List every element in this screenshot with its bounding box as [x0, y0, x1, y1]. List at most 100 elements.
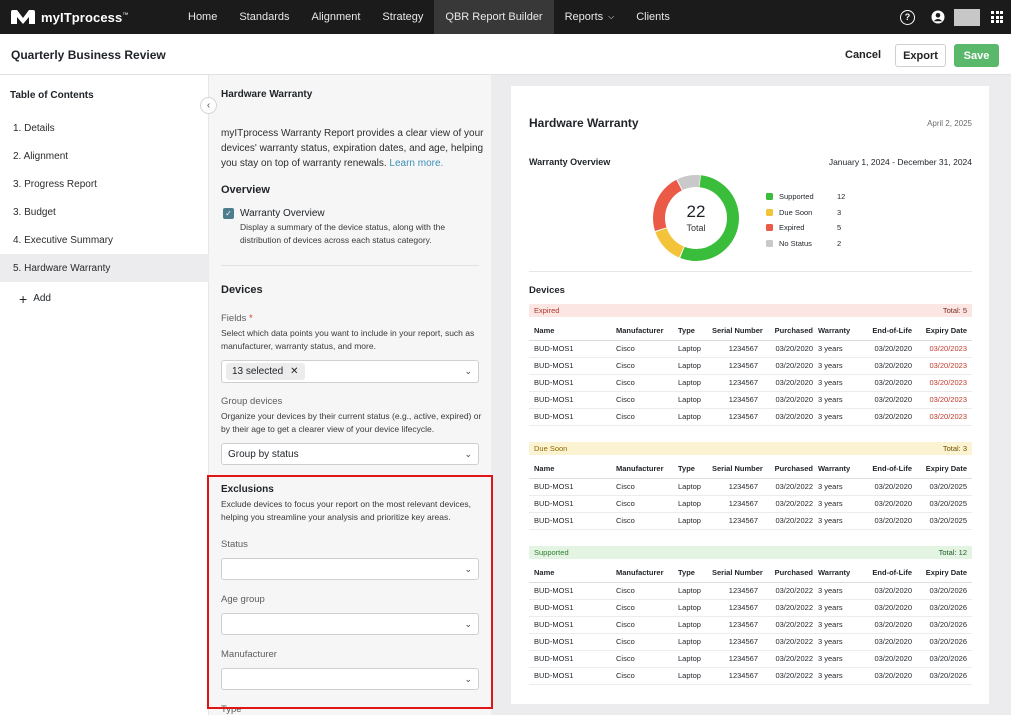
toc-item-hardware-warranty[interactable]: 5. Hardware Warranty	[0, 254, 209, 282]
table-cell: 1234567	[712, 478, 763, 496]
table-cell: 1234567	[712, 582, 763, 600]
cancel-button[interactable]: Cancel	[836, 44, 890, 66]
table-cell: Laptop	[678, 633, 712, 651]
page-header: Quarterly Business Review Cancel Export …	[0, 34, 1011, 75]
table-row: BUD-MOS1 Cisco Laptop 1234567 03/20/2022 3 ye…	[529, 633, 972, 651]
table-cell: 03/20/2020	[763, 408, 818, 426]
donut-total-value: 22	[686, 202, 706, 221]
table-cell: 1234567	[712, 616, 763, 634]
table-cell: BUD-MOS1	[529, 340, 616, 358]
table-cell: 3 years	[818, 340, 862, 358]
toc-item-executive-summary[interactable]: 4. Executive Summary	[0, 226, 209, 254]
toc-item-budget[interactable]: 3. Budget	[0, 198, 209, 226]
learn-more-link[interactable]: Learn more.	[389, 158, 443, 169]
table-cell: 3 years	[818, 495, 862, 513]
toc-item-details[interactable]: 1. Details	[0, 114, 209, 142]
group-name: Expired	[534, 306, 560, 315]
toc-item-alignment[interactable]: 2. Alignment	[0, 142, 209, 170]
nav-reports[interactable]: Reports ⌵	[554, 0, 626, 34]
settings-heading: Hardware Warranty	[221, 89, 313, 100]
column-header: Warranty	[818, 460, 862, 479]
table-cell: Cisco	[616, 633, 678, 651]
table-cell: 3 years	[818, 478, 862, 496]
collapse-toc-button[interactable]: ‹	[200, 97, 217, 114]
table-cell: BUD-MOS1	[529, 616, 616, 634]
toc-title: Table of Contents	[10, 90, 94, 101]
chevron-down-icon: ⌵	[608, 12, 615, 21]
close-icon[interactable]: ✕	[290, 366, 298, 377]
table-cell: 3 years	[818, 616, 862, 634]
nav-qbr-report-builder[interactable]: QBR Report Builder	[434, 0, 554, 34]
warranty-overview-checkbox[interactable]: ✓	[223, 208, 234, 219]
legend-item: Expired 5	[766, 220, 845, 236]
warranty-overview-label: Warranty Overview	[240, 208, 325, 219]
table-cell: 03/20/2022	[763, 633, 818, 651]
toc-item-progress-report[interactable]: 3. Progress Report	[0, 170, 209, 198]
table-row: BUD-MOS1 Cisco Laptop 1234567 03/20/2022 3 ye…	[529, 495, 972, 513]
page-title: Quarterly Business Review	[11, 48, 166, 62]
table-row: BUD-MOS1 Cisco Laptop 1234567 03/20/2020 3 ye…	[529, 408, 972, 426]
chevron-down-icon: ⌄	[464, 448, 472, 459]
status-select[interactable]: ⌄	[221, 558, 479, 580]
age-group-select[interactable]: ⌄	[221, 613, 479, 635]
column-header: Purchased	[763, 322, 818, 341]
column-header: End-of-Life	[862, 460, 917, 479]
table-cell: 1234567	[712, 650, 763, 668]
export-button[interactable]: Export	[895, 44, 946, 67]
legend-item: No Status 2	[766, 236, 845, 252]
nav-alignment[interactable]: Alignment	[301, 0, 372, 34]
nav-standards[interactable]: Standards	[228, 0, 300, 34]
column-header: Type	[678, 564, 712, 583]
fields-select[interactable]: 13 selected ✕ ⌄	[221, 360, 479, 383]
table-cell: 03/20/2026	[917, 667, 972, 685]
table-cell: Laptop	[678, 599, 712, 617]
donut-total-label: Total	[686, 223, 706, 233]
add-section-button[interactable]: + Add	[19, 292, 51, 306]
column-header: Expiry Date	[917, 322, 972, 341]
devices-table: Name Manufacturer Type Serial Number Purchas…	[529, 564, 972, 685]
table-cell: 3 years	[818, 599, 862, 617]
chevron-down-icon: ⌄	[464, 618, 472, 629]
save-button[interactable]: Save	[954, 44, 999, 67]
manufacturer-select[interactable]: ⌄	[221, 668, 479, 690]
column-header: Manufacturer	[616, 564, 678, 583]
table-cell: Laptop	[678, 357, 712, 375]
column-header: Serial Number	[712, 322, 763, 341]
table-cell: 03/20/2020	[763, 357, 818, 375]
table-cell: Cisco	[616, 391, 678, 409]
chevron-left-icon: ‹	[206, 100, 211, 111]
table-cell: 3 years	[818, 582, 862, 600]
devices-table: Name Manufacturer Type Serial Number Purchas…	[529, 322, 972, 426]
date-range: January 1, 2024 - December 31, 2024	[828, 157, 972, 167]
help-icon[interactable]: ?	[900, 9, 915, 25]
table-cell: 03/20/2020	[862, 374, 917, 392]
table-cell: Laptop	[678, 408, 712, 426]
table-cell: Laptop	[678, 512, 712, 530]
brand-logo[interactable]: myITprocess™	[10, 9, 160, 25]
table-cell: 03/20/2022	[763, 616, 818, 634]
column-header: Serial Number	[712, 564, 763, 583]
table-cell: Cisco	[616, 599, 678, 617]
group-devices-select[interactable]: Group by status ⌄	[221, 443, 479, 465]
table-cell: Cisco	[616, 478, 678, 496]
table-cell: 1234567	[712, 599, 763, 617]
fields-chip: 13 selected ✕	[226, 363, 305, 380]
devices-title: Devices	[529, 285, 565, 296]
group-devices-label: Group devices	[221, 396, 283, 407]
user-icon[interactable]	[931, 10, 945, 24]
nav-strategy[interactable]: Strategy	[371, 0, 434, 34]
avatar[interactable]	[954, 8, 980, 26]
table-cell: 03/20/2020	[862, 391, 917, 409]
table-cell: 1234567	[712, 357, 763, 375]
table-cell: 03/20/2026	[917, 582, 972, 600]
devices-table: Name Manufacturer Type Serial Number Purchas…	[529, 460, 972, 530]
table-cell: 3 years	[818, 408, 862, 426]
nav-clients[interactable]: Clients	[625, 0, 681, 34]
divider	[221, 475, 479, 476]
table-cell: 03/20/2020	[862, 495, 917, 513]
app-grid-icon[interactable]	[991, 11, 1003, 23]
table-cell: 03/20/2023	[917, 391, 972, 409]
nav-home[interactable]: Home	[177, 0, 228, 34]
table-cell: Laptop	[678, 616, 712, 634]
column-header: Purchased	[763, 564, 818, 583]
